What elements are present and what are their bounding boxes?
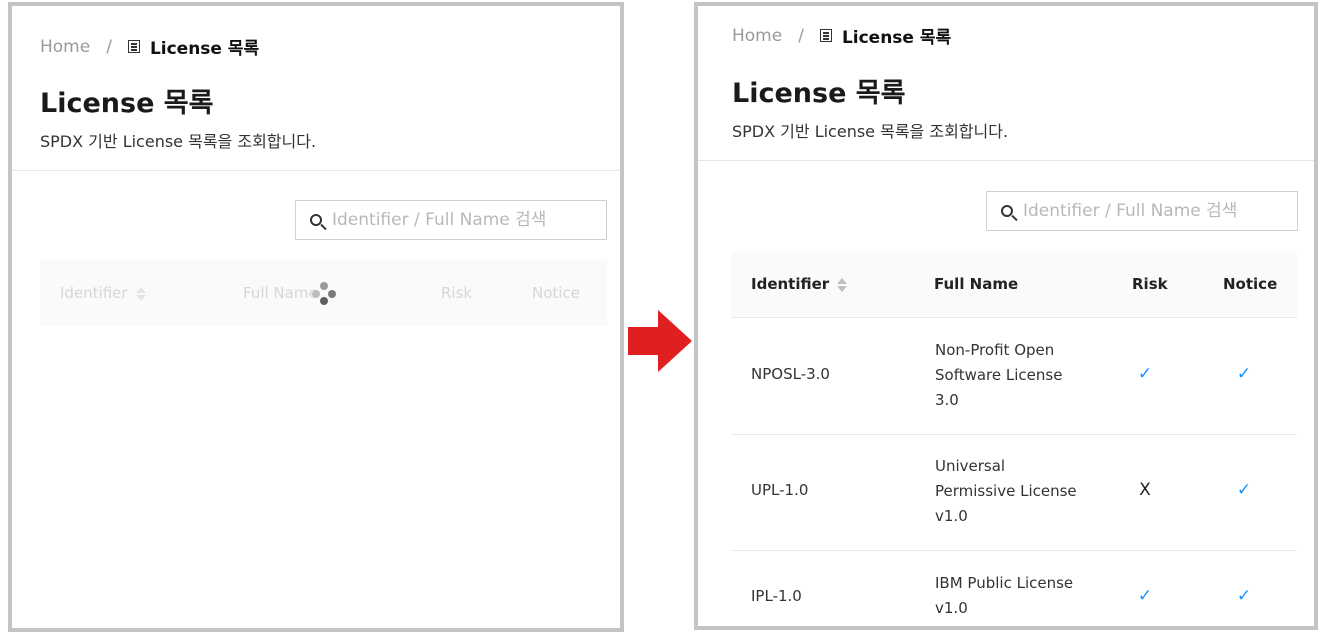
page-description: SPDX 기반 License 목록을 조회합니다. [40, 132, 317, 151]
header-divider [12, 170, 620, 171]
search-input[interactable] [330, 209, 594, 231]
search-input[interactable] [1021, 200, 1285, 222]
breadcrumb: Home / License 목록 [732, 23, 952, 49]
loading-state-panel: Home / License 목록 License 목록 SPDX 기반 Lic… [8, 2, 624, 632]
table-header: Identifier Full Name Risk Notice [731, 251, 1297, 318]
loaded-state-panel: Home / License 목록 License 목록 SPDX 기반 Lic… [694, 2, 1318, 630]
search-box [295, 200, 607, 240]
breadcrumb-home-link[interactable]: Home [40, 37, 90, 57]
table-row[interactable]: NPOSL-3.0 Non-Profit Open Software Licen… [731, 318, 1297, 435]
column-header-notice: Notice [1223, 275, 1278, 293]
breadcrumb-home-link[interactable]: Home [732, 26, 782, 46]
cell-full-name: Universal Permissive License v1.0 [935, 457, 1077, 525]
table-row[interactable]: IPL-1.0 IBM Public License v1.0 ✓ ✓ [731, 550, 1297, 626]
cell-full-name: IBM Public License v1.0 [935, 574, 1074, 617]
search-icon [1001, 205, 1013, 217]
cell-full-name: Non-Profit Open Software License 3.0 [935, 341, 1063, 409]
cell-identifier: NPOSL-3.0 [751, 365, 830, 383]
sort-icon[interactable] [135, 286, 146, 302]
column-header-notice: Notice [532, 284, 580, 302]
notice-check-icon: ✓ [1236, 480, 1252, 500]
sort-icon[interactable] [837, 277, 848, 293]
breadcrumb-current: License 목록 [149, 39, 260, 59]
column-header-full-name: Full Name [934, 275, 1019, 293]
transition-arrow-icon [628, 310, 692, 372]
loading-spinner-icon [310, 282, 336, 308]
risk-check-icon: ✓ [1137, 586, 1153, 606]
table-row[interactable]: UPL-1.0 Universal Permissive License v1.… [731, 434, 1297, 551]
page-title: License 목록 [732, 78, 906, 109]
column-header-identifier[interactable]: Identifier [60, 284, 146, 302]
column-header-identifier[interactable]: Identifier [751, 275, 848, 293]
header-divider [698, 160, 1314, 161]
notice-check-icon: ✓ [1236, 586, 1252, 606]
risk-cross-icon: X [1139, 480, 1151, 500]
column-header-risk: Risk [1132, 275, 1168, 293]
list-icon [819, 29, 832, 42]
breadcrumb-current: License 목록 [841, 28, 952, 48]
cell-identifier: UPL-1.0 [751, 481, 809, 499]
list-icon [127, 40, 140, 53]
column-header-risk: Risk [441, 284, 473, 302]
page-description: SPDX 기반 License 목록을 조회합니다. [732, 122, 1009, 141]
risk-check-icon: ✓ [1137, 364, 1153, 384]
breadcrumb-separator: / [106, 36, 112, 57]
search-box [986, 191, 1298, 231]
cell-identifier: IPL-1.0 [751, 587, 802, 605]
page-title: License 목록 [40, 88, 214, 119]
search-icon [310, 214, 322, 226]
breadcrumb-separator: / [798, 25, 804, 46]
breadcrumb: Home / License 목록 [40, 34, 260, 60]
column-header-full-name: Full Name [243, 284, 318, 302]
notice-check-icon: ✓ [1236, 364, 1252, 384]
